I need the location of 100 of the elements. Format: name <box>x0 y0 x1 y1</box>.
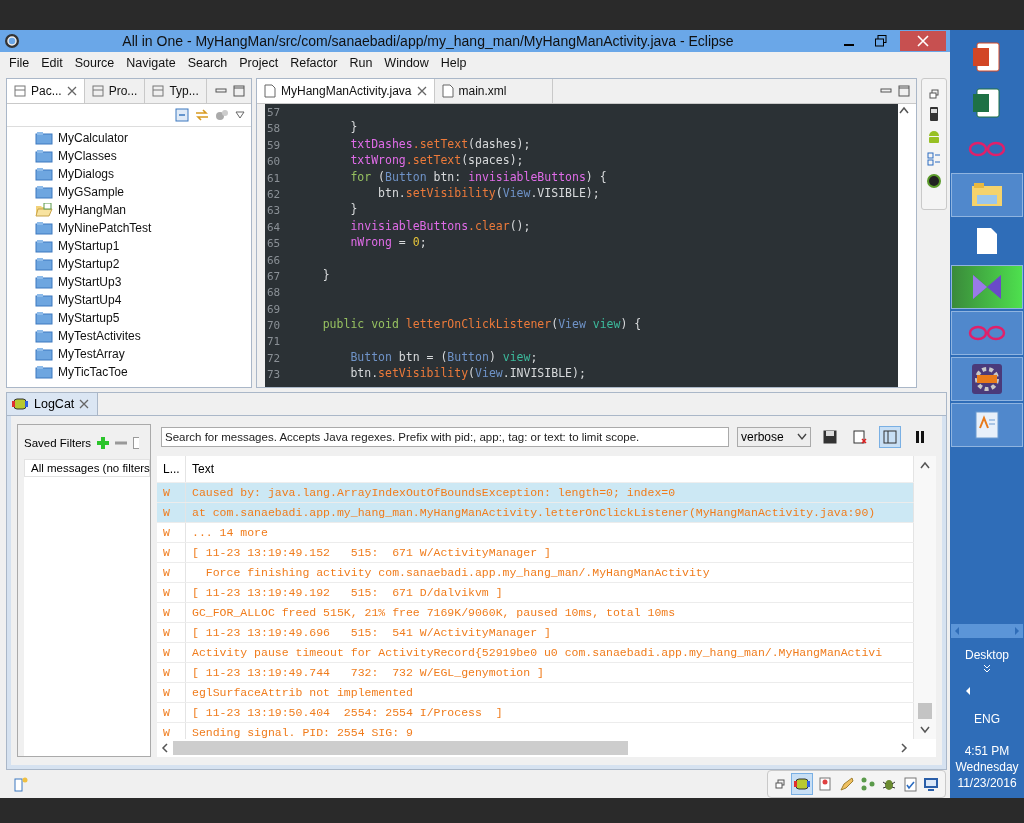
line-number: 62 <box>266 186 282 203</box>
maximize-icon[interactable] <box>898 85 910 97</box>
code-line: txtWrong.setText(spaces); <box>349 153 524 168</box>
focus-icon[interactable] <box>215 108 229 122</box>
link-arrows-icon[interactable] <box>195 108 209 122</box>
level-select[interactable]: verbose <box>737 427 811 447</box>
spreadsheet-app-icon <box>973 88 1001 118</box>
tree-item[interactable]: MyClasses <box>58 149 117 163</box>
rings-icon <box>967 141 1007 157</box>
menu-item[interactable]: Project <box>233 56 285 70</box>
taskbar-app[interactable] <box>951 265 1023 309</box>
phone-icon[interactable] <box>929 106 939 122</box>
logcat-tab[interactable]: LogCat <box>7 393 99 415</box>
tree-item[interactable]: MyDialogs <box>58 167 114 181</box>
bug-robot-icon <box>793 777 811 791</box>
tree-item[interactable]: MyStartUp3 <box>58 275 122 289</box>
menu-item[interactable]: Source <box>68 56 121 70</box>
tree-item[interactable]: MyNinePatchTest <box>58 221 152 235</box>
menu-item[interactable]: Run <box>343 56 379 70</box>
tree-item[interactable]: MyTicTacToe <box>58 365 128 379</box>
nodes-icon[interactable] <box>860 776 876 792</box>
menu-item[interactable]: File <box>3 56 36 70</box>
screen-icon[interactable] <box>923 776 939 792</box>
toggle-filters-button[interactable] <box>879 426 901 448</box>
tray-arrow-icon[interactable] <box>965 687 972 695</box>
view-tab[interactable]: Pac... <box>7 79 85 103</box>
desktop-label[interactable]: Desktop <box>965 648 1009 662</box>
edit-icon[interactable] <box>133 437 140 449</box>
menu-item[interactable]: Window <box>378 56 435 70</box>
close-icon[interactable] <box>79 399 90 409</box>
tree-item[interactable]: MyStartup2 <box>58 257 120 271</box>
document-icon <box>976 227 998 255</box>
code-line: for (Button btn: invisiableButtons) { <box>349 169 607 184</box>
eclipse-gear-icon <box>4 33 20 49</box>
scroll-down-icon[interactable] <box>919 725 931 735</box>
line-number: 58 <box>266 121 282 137</box>
menu-item[interactable]: Refactor <box>284 56 344 70</box>
view-menu-icon[interactable] <box>235 111 245 119</box>
saved-filters-label: Saved Filters <box>24 437 92 449</box>
maximize-icon[interactable] <box>233 85 245 97</box>
line-number: 68 <box>266 285 282 301</box>
close-icon[interactable] <box>66 86 77 96</box>
line-number: 71 <box>266 334 282 350</box>
close-button[interactable] <box>900 31 946 51</box>
editor-tab[interactable]: MyHangManActivity.java <box>257 79 435 103</box>
code-line: invisiableButtons.clear(); <box>349 218 531 233</box>
taskbar-app[interactable] <box>951 403 1023 447</box>
rings-icon <box>967 325 1007 341</box>
scroll-up-icon[interactable] <box>898 105 910 115</box>
language-indicator[interactable]: ENG <box>974 712 1000 726</box>
hierarchy-icon[interactable] <box>818 776 834 792</box>
line-number: 64 <box>266 219 282 236</box>
tree-item[interactable]: MyStartUp4 <box>58 293 122 307</box>
tree-item[interactable]: MyGSample <box>58 185 125 199</box>
scroll-thumb[interactable] <box>173 741 628 755</box>
ddms-perspective-button[interactable] <box>791 773 813 795</box>
code-line: } <box>349 120 358 135</box>
line-number: 61 <box>266 170 282 186</box>
fast-view-icon[interactable] <box>14 776 28 792</box>
menu-item[interactable]: Edit <box>35 56 69 70</box>
line-number: 63 <box>266 203 282 219</box>
scroll-right-icon[interactable] <box>900 743 908 753</box>
monitor-icon[interactable] <box>926 173 942 189</box>
view-icon <box>91 85 104 97</box>
line-number: 66 <box>266 252 282 268</box>
menu-item[interactable]: Search <box>181 56 234 70</box>
collapse-all-icon[interactable] <box>175 108 189 122</box>
clipboard-icon[interactable] <box>902 776 918 792</box>
line-number: 60 <box>266 154 282 170</box>
menu-item[interactable]: Navigate <box>120 56 182 70</box>
restore-icon[interactable] <box>929 89 939 99</box>
filter-item[interactable]: All messages (no filters <box>24 459 150 477</box>
line-number: 57 <box>266 105 282 121</box>
chevron-down-icon[interactable] <box>983 664 991 674</box>
layout-icon[interactable] <box>927 152 941 166</box>
column-header[interactable]: L... <box>157 456 186 482</box>
taskbar-app[interactable] <box>951 173 1023 217</box>
pen-icon[interactable] <box>839 776 855 792</box>
tree-item[interactable]: MyHangMan <box>58 203 127 217</box>
tree-item[interactable]: MyStartup5 <box>58 311 120 325</box>
code-line: btn.setVisibility(View.INVISIBLE); <box>349 366 586 381</box>
scroll-up-icon[interactable] <box>919 460 931 470</box>
tree-item[interactable]: MyCalculator <box>58 131 129 145</box>
close-icon <box>917 35 929 47</box>
slides-app-icon <box>973 42 1001 72</box>
bowtie-icon <box>971 273 1003 301</box>
scroll-left-icon[interactable] <box>161 743 169 753</box>
line-number: 67 <box>266 268 282 285</box>
vertical-scrollbar[interactable] <box>914 456 936 739</box>
scroll-thumb[interactable] <box>918 703 932 719</box>
logcat-icon <box>11 397 29 411</box>
tree-item[interactable]: MyTestActivites <box>58 329 141 343</box>
menu-item[interactable]: Help <box>434 56 473 70</box>
tree-item[interactable]: MyStartup1 <box>58 239 120 253</box>
taskbar-app[interactable] <box>951 357 1023 401</box>
tree-item[interactable]: MyTestArray <box>58 347 125 361</box>
restore-icon[interactable] <box>774 778 786 790</box>
clock-date: 11/23/2016 <box>957 776 1017 790</box>
search-field[interactable]: Search for messages. Accepts Java regexes. Prefix with pid:, app:, tag: or text: to limit scope. <box>161 427 729 447</box>
close-icon[interactable] <box>416 86 427 96</box>
